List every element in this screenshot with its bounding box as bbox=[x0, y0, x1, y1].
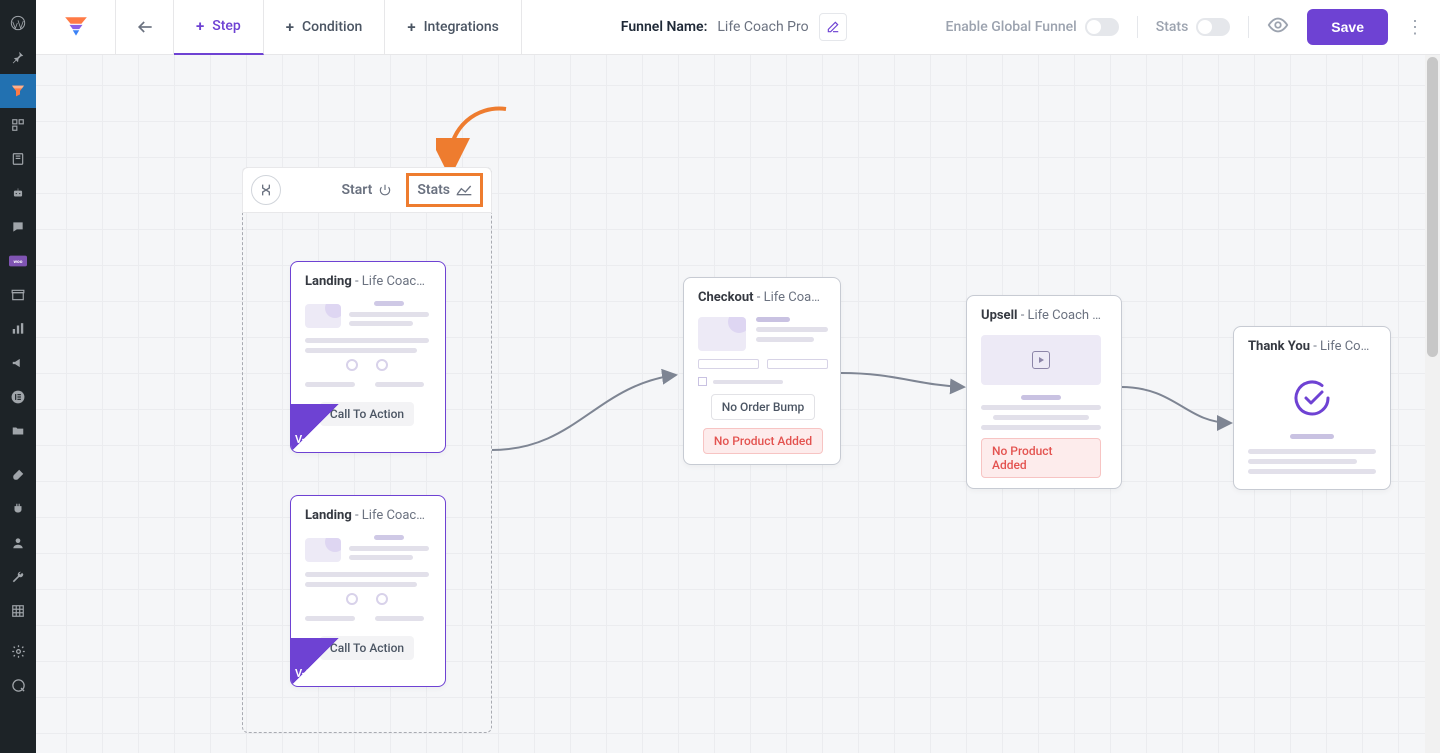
power-icon bbox=[378, 183, 392, 197]
wp-icon-brush[interactable] bbox=[0, 458, 36, 492]
funnel-name-value: Life Coach Pro bbox=[717, 19, 808, 35]
ab-start-label: Start bbox=[341, 182, 372, 198]
wp-icon-wordpress[interactable] bbox=[0, 6, 36, 40]
toggle-switch[interactable] bbox=[1085, 18, 1119, 36]
edit-name-button[interactable] bbox=[819, 13, 847, 41]
order-bump-badge: No Order Bump bbox=[711, 394, 816, 420]
node-type: Landing bbox=[305, 508, 352, 523]
node-type: Checkout bbox=[698, 290, 754, 305]
plus-icon: + bbox=[407, 18, 415, 36]
node-subtitle: - Life Coach Up… bbox=[1017, 308, 1116, 323]
ab-group-header: Start Stats bbox=[242, 167, 492, 213]
funnel-name-label: Funnel Name: bbox=[621, 19, 708, 35]
svg-text:woo: woo bbox=[14, 260, 23, 265]
funnel-name-area: Funnel Name: Life Coach Pro bbox=[522, 13, 946, 41]
topbar-right: Enable Global Funnel Stats Save ⋮ bbox=[946, 9, 1440, 45]
enable-global-funnel-toggle[interactable]: Enable Global Funnel bbox=[946, 18, 1119, 36]
chart-line-icon bbox=[456, 183, 472, 197]
node-preview: No Product Added bbox=[967, 331, 1121, 488]
ab-stats-label: Stats bbox=[417, 182, 450, 198]
tab-condition-label: Condition bbox=[302, 19, 362, 35]
wp-icon-book[interactable] bbox=[0, 142, 36, 176]
node-header: Landing - Life Coach Lan… bbox=[291, 262, 445, 297]
plus-icon: + bbox=[286, 18, 294, 36]
preview-button[interactable] bbox=[1267, 14, 1289, 40]
save-button[interactable]: Save bbox=[1307, 9, 1388, 45]
back-button[interactable] bbox=[116, 0, 174, 55]
node-preview bbox=[1234, 362, 1390, 489]
no-product-badge: No Product Added bbox=[703, 428, 823, 454]
node-header: Checkout - Life Coach Ch… bbox=[684, 278, 840, 313]
wp-icon-plugin[interactable] bbox=[0, 492, 36, 526]
plus-icon: + bbox=[196, 17, 204, 35]
node-upsell[interactable]: Upsell - Life Coach Up… No Product Added bbox=[966, 295, 1122, 489]
tab-condition[interactable]: + Condition bbox=[264, 0, 386, 55]
separator bbox=[1248, 16, 1249, 38]
node-thankyou[interactable]: Thank You - Life Coach Tha… bbox=[1233, 326, 1391, 490]
node-subtitle: - Life Coach Tha… bbox=[1310, 339, 1390, 354]
wp-icon-woo[interactable]: woo bbox=[0, 244, 36, 278]
more-options-button[interactable]: ⋮ bbox=[1406, 17, 1424, 38]
node-subtitle: - Life Coach Ch… bbox=[754, 290, 840, 305]
funnel-canvas[interactable]: Start Stats Landing - Life Coach Lan… bbox=[36, 55, 1440, 753]
ab-stats-button[interactable]: Stats bbox=[406, 173, 483, 207]
ab-group-container[interactable]: Start Stats Landing - Life Coach Lan… bbox=[242, 167, 492, 733]
variant-badge: V-2 bbox=[291, 638, 339, 686]
scrollbar-thumb[interactable] bbox=[1427, 57, 1438, 357]
node-type: Upsell bbox=[981, 308, 1017, 323]
node-checkout[interactable]: Checkout - Life Coach Ch… No Order Bump … bbox=[683, 277, 841, 465]
scrollbar[interactable] bbox=[1425, 55, 1440, 753]
wp-icon-comment[interactable] bbox=[0, 210, 36, 244]
ab-start-button[interactable]: Start bbox=[341, 182, 392, 198]
wp-icon-archive[interactable] bbox=[0, 278, 36, 312]
wp-icon-megaphone[interactable] bbox=[0, 346, 36, 380]
tab-step-label: Step bbox=[212, 18, 241, 34]
wp-icon-folder[interactable] bbox=[0, 414, 36, 448]
wp-icon-funnel-active[interactable] bbox=[0, 74, 36, 108]
tab-step[interactable]: + Step bbox=[174, 0, 264, 55]
annotation-arrow bbox=[436, 103, 516, 173]
node-header: Landing - Life Coach Lan… bbox=[291, 496, 445, 531]
wp-icon-pin[interactable] bbox=[0, 40, 36, 74]
node-type: Thank You bbox=[1248, 339, 1310, 354]
node-header: Upsell - Life Coach Up… bbox=[967, 296, 1121, 331]
check-icon bbox=[1292, 378, 1332, 418]
play-icon bbox=[1032, 351, 1050, 369]
app-logo[interactable] bbox=[36, 0, 116, 55]
node-preview: No Order Bump No Product Added bbox=[684, 313, 840, 464]
wp-admin-sidebar: woo bbox=[0, 0, 36, 753]
node-type: Landing bbox=[305, 274, 352, 289]
tab-integrations[interactable]: + Integrations bbox=[385, 0, 522, 55]
wp-icon-analytics[interactable] bbox=[0, 312, 36, 346]
wp-icon-gear[interactable] bbox=[0, 634, 36, 668]
split-test-icon[interactable] bbox=[251, 175, 281, 205]
wp-icon-settings-grid[interactable] bbox=[0, 594, 36, 628]
topbar: + Step + Condition + Integrations Funnel… bbox=[36, 0, 1440, 55]
tab-integrations-label: Integrations bbox=[424, 19, 499, 35]
no-product-badge: No Product Added bbox=[981, 438, 1101, 478]
toggle-switch[interactable] bbox=[1196, 18, 1230, 36]
wp-icon-user[interactable] bbox=[0, 526, 36, 560]
wp-icon-robot[interactable] bbox=[0, 176, 36, 210]
wp-icon-elementor[interactable] bbox=[0, 380, 36, 414]
wp-icon-modules[interactable] bbox=[0, 108, 36, 142]
node-subtitle: - Life Coach Lan… bbox=[352, 508, 445, 523]
variant-badge: V-1 bbox=[291, 404, 339, 452]
node-header: Thank You - Life Coach Tha… bbox=[1234, 327, 1390, 362]
stats-toggle-label: Stats bbox=[1156, 19, 1189, 35]
node-subtitle: - Life Coach Lan… bbox=[352, 274, 445, 289]
enable-global-funnel-label: Enable Global Funnel bbox=[946, 19, 1077, 35]
separator bbox=[1137, 16, 1138, 38]
wp-icon-q[interactable] bbox=[0, 668, 36, 702]
wp-icon-wrench[interactable] bbox=[0, 560, 36, 594]
stats-toggle[interactable]: Stats bbox=[1156, 18, 1231, 36]
